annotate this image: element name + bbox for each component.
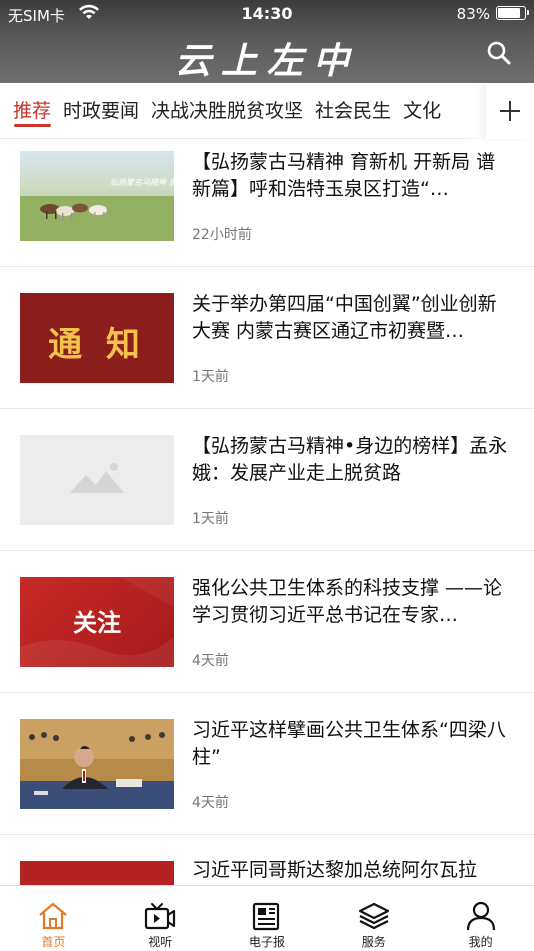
tabbar-label: 首页 (41, 935, 66, 949)
category-tabs: 推荐 时政要闻 决战决胜脱贫攻坚 社会民生 文化 (0, 83, 534, 139)
news-time: 4天前 (192, 653, 229, 669)
news-item[interactable]: 习近平这样擘画公共卫生体系“四梁八柱” 4天前 (0, 693, 534, 835)
svg-text:弘扬蒙古马精神 身边的榜样: 弘扬蒙古马精神 身边的榜样 (110, 178, 174, 187)
tabbar-video[interactable]: 视听 (107, 886, 214, 951)
image-placeholder-icon (20, 435, 174, 525)
news-thumbnail-focus: 关注 (20, 577, 174, 667)
tabbar-newspaper[interactable]: 电子报 (214, 886, 321, 951)
news-title[interactable]: 【弘扬蒙古马精神•身边的榜样】孟永娥：发展产业走上脱贫路 (192, 433, 514, 487)
news-list[interactable]: 弘扬蒙古马精神 身边的榜样 【弘扬蒙古马精神 育新机 开新局 谱新篇】呼和浩特玉… (0, 140, 534, 885)
status-bar: 无SIM卡 14:30 83% (0, 0, 534, 28)
battery-icon (496, 6, 529, 20)
news-item[interactable]: 关注 强化公共卫生体系的科技支撑 ——论学习贯彻习近平总书记在专家… 4天前 (0, 551, 534, 693)
search-icon[interactable] (486, 40, 514, 68)
news-time: 1天前 (192, 369, 229, 385)
tab-politics[interactable]: 时政要闻 (57, 83, 145, 139)
bottom-tab-bar: 首页 视听 电子报 服务 我的 (0, 885, 534, 950)
video-icon (145, 903, 176, 930)
tabbar-label: 视听 (148, 935, 173, 949)
news-thumbnail-horses: 弘扬蒙古马精神 身边的榜样 (20, 151, 174, 241)
battery-percent: 83% (456, 5, 490, 23)
tab-recommend[interactable]: 推荐 (0, 83, 57, 139)
news-title[interactable]: 习近平这样擘画公共卫生体系“四梁八柱” (192, 717, 514, 771)
news-time: 4天前 (192, 795, 229, 811)
tab-culture[interactable]: 文化 (397, 83, 447, 139)
clock: 14:30 (241, 4, 293, 23)
layers-icon (358, 902, 389, 930)
news-item[interactable]: 通 知 关于举办第四届“中国创翼”创业创新大赛 内蒙古赛区通辽市初赛暨… 1天前 (0, 267, 534, 409)
plus-icon (500, 101, 520, 121)
tabbar-label: 我的 (468, 935, 493, 949)
category-tabs-scroll[interactable]: 推荐 时政要闻 决战决胜脱贫攻坚 社会民生 文化 (0, 83, 482, 139)
tab-livelihood[interactable]: 社会民生 (309, 83, 397, 139)
news-title[interactable]: 关于举办第四届“中国创翼”创业创新大赛 内蒙古赛区通辽市初赛暨… (192, 291, 514, 345)
news-title[interactable]: 习近平同哥斯达黎加总统阿尔瓦拉 (192, 857, 514, 884)
tabbar-services[interactable]: 服务 (320, 886, 427, 951)
app-header: 无SIM卡 14:30 83% 云上左中 (0, 0, 534, 83)
news-item[interactable]: 【弘扬蒙古马精神•身边的榜样】孟永娥：发展产业走上脱贫路 1天前 (0, 409, 534, 551)
news-item[interactable]: 弘扬蒙古马精神 身边的榜样 【弘扬蒙古马精神 育新机 开新局 谱新篇】呼和浩特玉… (0, 140, 534, 267)
tabbar-label: 服务 (361, 935, 386, 949)
news-time: 22小时前 (192, 227, 252, 243)
person-icon (466, 901, 495, 931)
tabbar-profile[interactable]: 我的 (427, 886, 534, 951)
news-thumbnail-meeting (20, 719, 174, 809)
app-title: 云上左中 (174, 40, 359, 82)
tab-poverty[interactable]: 决战决胜脱贫攻坚 (145, 83, 309, 139)
news-thumbnail (20, 861, 174, 885)
add-tab-button[interactable] (486, 83, 534, 139)
news-time: 1天前 (192, 511, 229, 527)
tabbar-label: 电子报 (248, 935, 285, 949)
news-item[interactable]: 习近平同哥斯达黎加总统阿尔瓦拉 (0, 835, 534, 885)
news-title[interactable]: 强化公共卫生体系的科技支撑 ——论学习贯彻习近平总书记在专家… (192, 575, 514, 629)
news-title[interactable]: 【弘扬蒙古马精神 育新机 开新局 谱新篇】呼和浩特玉泉区打造“… (192, 149, 514, 203)
news-thumbnail-notice: 通 知 (20, 293, 174, 383)
tabbar-home[interactable]: 首页 (0, 886, 107, 951)
newspaper-icon (252, 902, 280, 931)
home-icon (39, 902, 68, 930)
